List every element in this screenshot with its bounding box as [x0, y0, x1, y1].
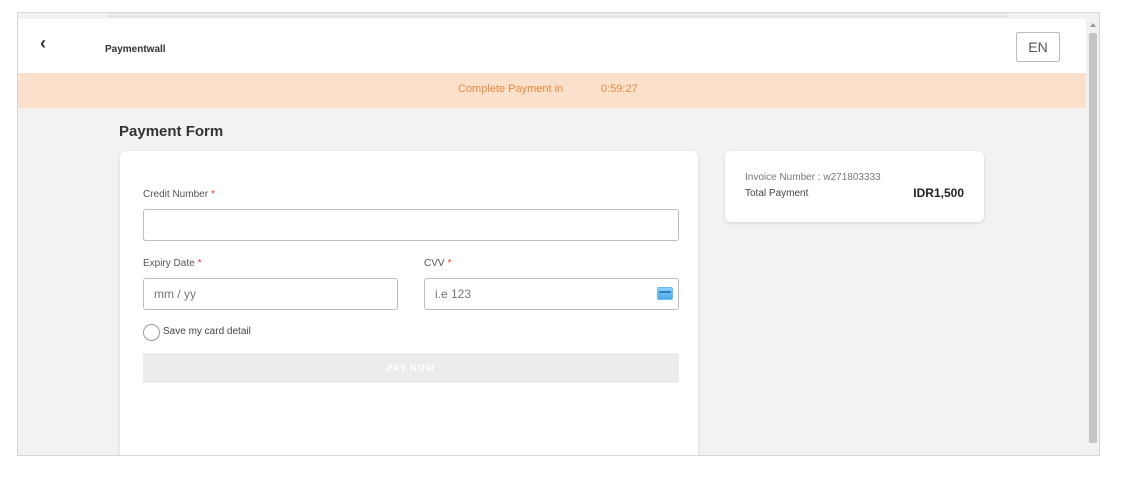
- required-marker: *: [447, 258, 452, 269]
- page-title: Payment Form: [119, 123, 224, 140]
- top-divider: [108, 13, 1008, 17]
- expiry-date-label: Expiry Date *: [143, 258, 202, 269]
- header-bar: ‹ Paymentwall EN: [18, 19, 1086, 74]
- cvv-input[interactable]: [424, 278, 679, 310]
- expiry-date-input[interactable]: [143, 278, 398, 310]
- total-payment-label: Total Payment: [745, 188, 809, 199]
- brand-name: Paymentwall: [105, 44, 166, 55]
- credit-card-icon: [657, 287, 673, 300]
- save-card-checkbox[interactable]: [143, 324, 160, 341]
- timer-countdown: 0:59:27: [601, 83, 638, 95]
- credit-number-label: Credit Number *: [143, 189, 215, 200]
- cvv-field-wrapper: [424, 278, 679, 310]
- payment-form-card: Credit Number* Expiry Date* CVV* Save my…: [120, 151, 698, 455]
- scroll-up-arrow-icon[interactable]: [1090, 23, 1096, 27]
- save-card-label[interactable]: Save my card detail: [163, 326, 251, 337]
- back-chevron-icon[interactable]: ‹: [40, 33, 46, 53]
- payment-window: ‹ Paymentwall EN Complete Payment in 0:5…: [17, 12, 1100, 456]
- invoice-summary-card: Invoice Number : w271803333 Total Paymen…: [725, 151, 984, 222]
- invoice-number: Invoice Number : w271803333: [745, 172, 881, 183]
- required-marker: *: [197, 258, 202, 269]
- scrollbar-thumb[interactable]: [1089, 33, 1097, 443]
- credit-number-input[interactable]: [143, 209, 679, 241]
- cvv-label: CVV *: [424, 258, 452, 269]
- total-payment-value: IDR1,500: [913, 186, 964, 200]
- language-selector[interactable]: EN: [1016, 32, 1060, 62]
- payment-timer-bar: Complete Payment in 0:59:27: [18, 73, 1086, 108]
- required-marker: *: [211, 189, 215, 200]
- timer-label: Complete Payment in: [458, 83, 564, 95]
- pay-now-button[interactable]: PAY NOW: [143, 353, 679, 383]
- vertical-scrollbar[interactable]: [1087, 19, 1099, 455]
